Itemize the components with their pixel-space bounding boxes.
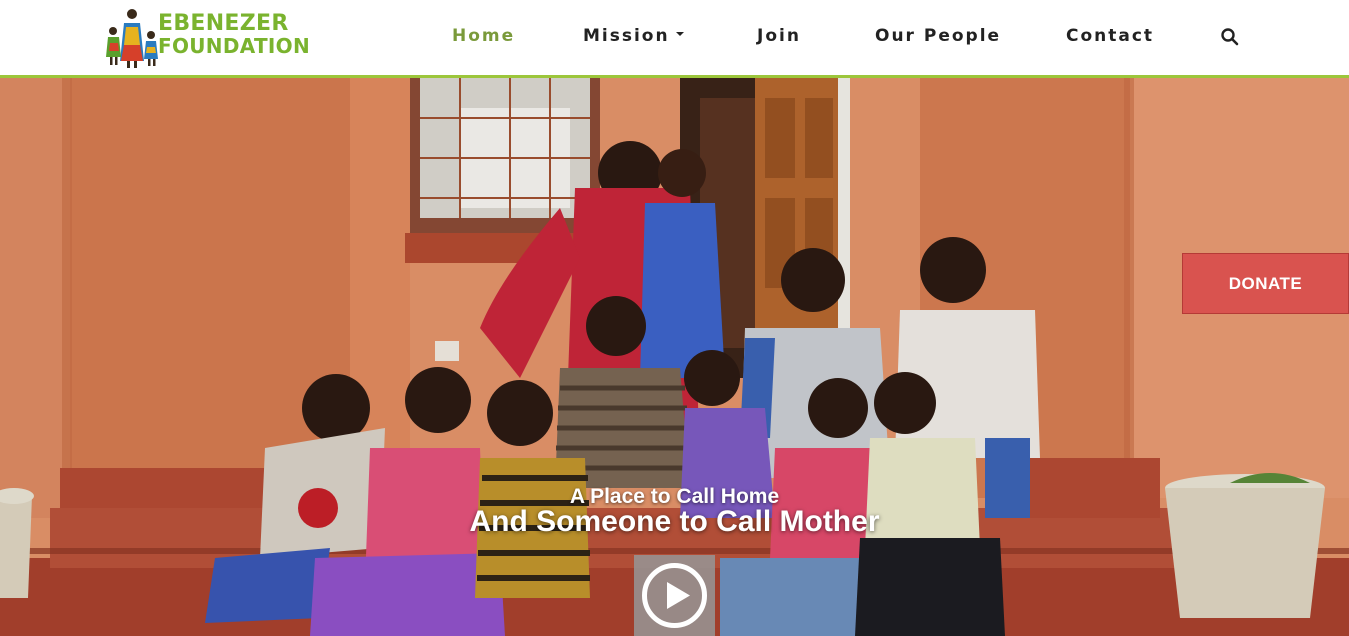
donate-button[interactable]: DONATE	[1182, 253, 1349, 314]
site-header: EBENEZER FOUNDATION Home Mission Join Ou…	[0, 0, 1349, 78]
logo-line-1: EBENEZER	[158, 11, 289, 36]
family-figures-logo-icon	[106, 9, 158, 68]
play-video-button[interactable]	[634, 555, 715, 636]
nav-home[interactable]: Home	[452, 26, 515, 46]
nav-join[interactable]: Join	[757, 26, 801, 46]
nav-contact[interactable]: Contact	[1066, 26, 1154, 46]
hero-tagline-large: And Someone to Call Mother	[0, 505, 1349, 539]
play-icon	[642, 563, 707, 628]
hero-tagline-large-text: And Someone to Call Mother	[469, 505, 880, 538]
caret-down-icon	[675, 32, 684, 36]
hero-banner: A Place to Call Home And Someone to Call…	[0, 78, 1349, 636]
logo-text: EBENEZER FOUNDATION	[158, 11, 310, 58]
hero-photo	[0, 78, 1349, 636]
nav-mission[interactable]: Mission	[583, 26, 684, 46]
nav-mission-label: Mission	[583, 26, 670, 46]
nav-our-people[interactable]: Our People	[875, 26, 1001, 46]
site-logo[interactable]: EBENEZER FOUNDATION	[104, 5, 334, 69]
search-icon[interactable]	[1220, 27, 1240, 47]
logo-line-2: FOUNDATION	[158, 34, 310, 58]
